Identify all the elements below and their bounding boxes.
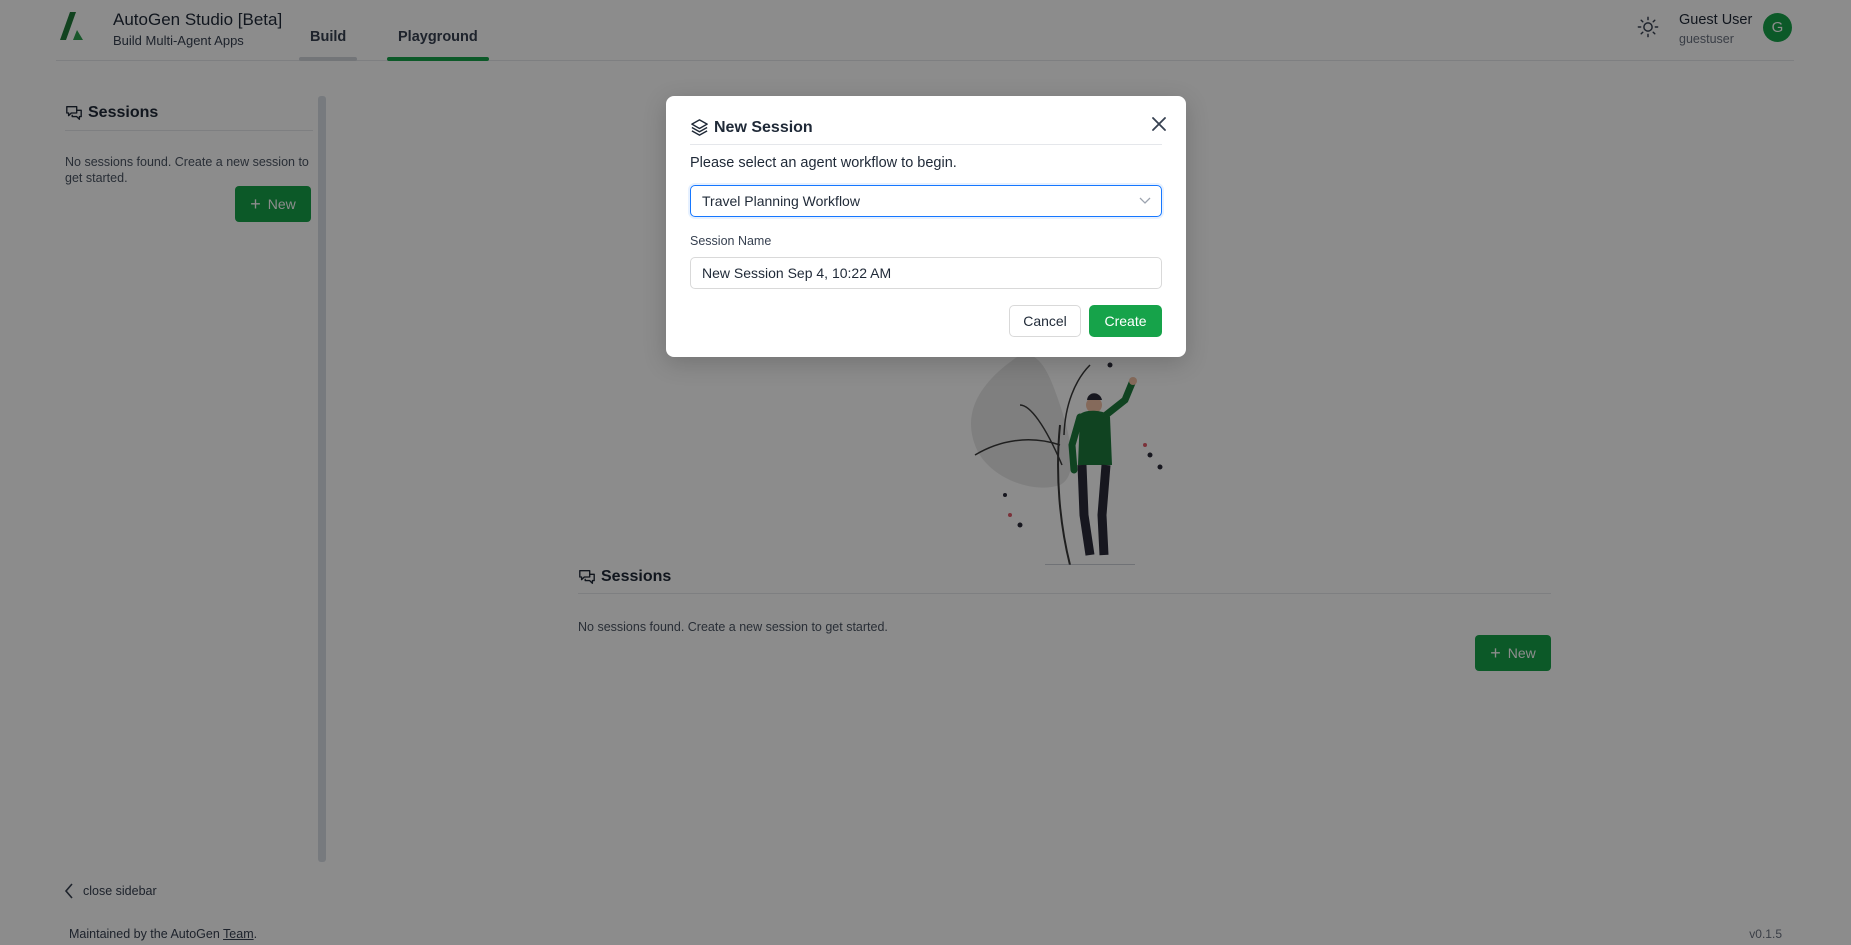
session-name-label: Session Name — [690, 234, 772, 248]
workflow-select-value: Travel Planning Workflow — [702, 193, 860, 209]
modal-title-text: New Session — [714, 118, 813, 136]
chevron-down-icon — [1139, 197, 1151, 204]
modal-prompt: Please select an agent workflow to begin… — [690, 155, 957, 171]
modal-title: New Session — [690, 118, 813, 137]
create-button[interactable]: Create — [1089, 305, 1162, 337]
modal-divider — [690, 144, 1162, 145]
session-name-input[interactable] — [690, 257, 1162, 289]
cancel-button[interactable]: Cancel — [1009, 305, 1081, 337]
workflow-select[interactable]: Travel Planning Workflow — [690, 185, 1162, 217]
layers-icon — [691, 119, 708, 136]
close-icon[interactable] — [1150, 115, 1168, 133]
new-session-modal: New Session Please select an agent workf… — [666, 96, 1186, 357]
